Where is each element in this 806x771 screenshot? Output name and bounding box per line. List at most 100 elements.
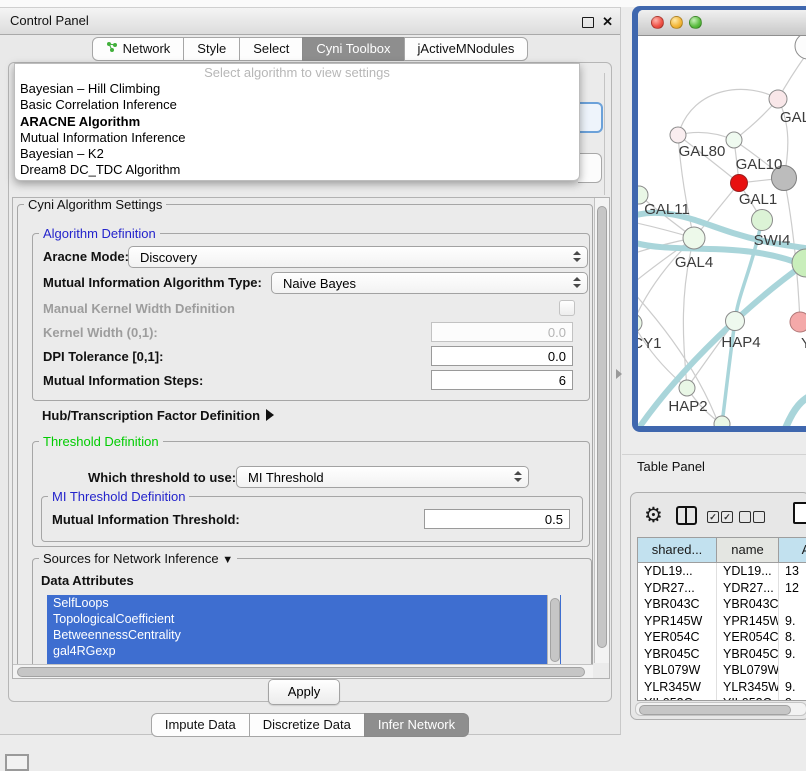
settings-horizontal-scrollbar[interactable] — [13, 664, 593, 678]
kernel-width-field[interactable]: 0.0 — [431, 322, 573, 342]
algorithm-option-dream8-dc-tdc-algorithm[interactable]: Dream8 DC_TDC Algorithm — [15, 162, 579, 178]
algorithm-option-mutual-information-inference[interactable]: Mutual Information Inference — [15, 130, 579, 146]
table-cell: YDR27... — [638, 580, 717, 597]
zoom-traffic-light-icon[interactable] — [689, 16, 702, 29]
which-threshold-combobox[interactable]: MI Threshold — [236, 466, 529, 488]
tab-discretize-data[interactable]: Discretize Data — [249, 713, 365, 737]
combo-spinner-icon[interactable] — [573, 277, 581, 288]
select-all-checkbox-icon[interactable]: ✓ — [707, 511, 719, 523]
node-salmon[interactable] — [790, 312, 806, 332]
select-all-checkbox-icon[interactable]: ✓ — [721, 511, 733, 523]
table-row[interactable]: YIL052CYIL052C9. — [638, 695, 806, 701]
mi-threshold-field[interactable]: 0.5 — [424, 509, 570, 529]
node-gal4[interactable] — [683, 227, 705, 249]
table-row[interactable]: YBR045CYBR045C9. — [638, 646, 806, 663]
tab-select[interactable]: Select — [239, 37, 303, 61]
table-row[interactable]: YBR043CYBR043C — [638, 596, 806, 613]
float-window-icon[interactable] — [582, 17, 594, 28]
table-row[interactable]: YDR27...YDR27...12 — [638, 580, 806, 597]
node-gal1[interactable] — [752, 210, 773, 231]
table-panel-title: Table Panel — [637, 459, 705, 474]
columns-icon[interactable] — [676, 506, 697, 525]
data-attributes-list[interactable]: SelfLoopsTopologicalCoefficientBetweenne… — [47, 595, 561, 670]
table-row[interactable]: YER054CYER054C8. — [638, 629, 806, 646]
minimize-traffic-light-icon[interactable] — [670, 16, 683, 29]
node-label-hap2: HAP2 — [668, 398, 707, 415]
algorithm-dropdown: Select algorithm to view settings Bayesi… — [14, 63, 580, 181]
scrollbar-thumb[interactable] — [550, 598, 560, 662]
network-edge — [784, 178, 800, 322]
table-row[interactable]: YPR145WYPR145W9. — [638, 613, 806, 630]
combo-spinner-icon[interactable] — [514, 471, 522, 482]
network-window-titlebar[interactable] — [638, 10, 806, 36]
sources-toggle[interactable]: Sources for Network Inference ▼ — [39, 551, 237, 566]
tab-impute-data[interactable]: Impute Data — [151, 713, 250, 737]
attribute-item-gal4rgexp[interactable]: gal4RGexp — [47, 643, 561, 659]
algorithm-option-aracne-algorithm[interactable]: ARACNE Algorithm — [15, 114, 579, 130]
mi-steps-label: Mutual Information Steps: — [43, 373, 203, 388]
table-row[interactable]: YBL079WYBL079W — [638, 662, 806, 679]
manual-kernel-width-checkbox[interactable] — [559, 300, 575, 316]
close-icon[interactable]: ✕ — [602, 8, 613, 35]
expand-right-icon — [266, 409, 274, 421]
column-header-a[interactable]: A — [779, 538, 806, 563]
tab-label: jActiveMNodules — [418, 41, 515, 56]
table-row[interactable]: YDL19...YDL19...13 — [638, 563, 806, 580]
hub-definition-label: Hub/Transcription Factor Definition — [42, 408, 260, 423]
dpi-tolerance-field[interactable]: 0.0 — [431, 346, 573, 366]
network-svg: GALGAL80GAL10GAL1GAL11SWI4GAL4GCY1HAP4YH… — [638, 36, 806, 426]
close-traffic-light-icon[interactable] — [651, 16, 664, 29]
table-horizontal-scrollbar[interactable] — [635, 702, 806, 716]
splitter-arrow-icon[interactable] — [616, 369, 622, 379]
node-top-edge[interactable] — [795, 36, 806, 59]
attribute-item-topologicalcoefficient[interactable]: TopologicalCoefficient — [47, 611, 561, 627]
network-edge — [786, 394, 806, 426]
tab-network[interactable]: Network — [92, 37, 185, 61]
collapsed-panel-icon[interactable] — [5, 754, 29, 771]
table-cell: YDR27... — [717, 580, 779, 597]
column-header-name[interactable]: name — [717, 538, 779, 563]
combo-spinner-icon[interactable] — [573, 251, 581, 262]
hub-definition-toggle[interactable]: Hub/Transcription Factor Definition — [42, 408, 274, 423]
deselect-all-checkbox-icon[interactable] — [739, 511, 751, 523]
table-cell: YBL079W — [638, 662, 717, 679]
algorithm-option-bayesian-k2[interactable]: Bayesian – K2 — [15, 146, 579, 162]
scrollbar-thumb[interactable] — [639, 705, 791, 715]
scrollbar-thumb[interactable] — [17, 667, 585, 677]
attribute-item-selfloops[interactable]: SelfLoops — [47, 595, 561, 611]
mi-algorithm-type-combobox[interactable]: Naive Bayes — [271, 272, 588, 294]
scrollbar-thumb[interactable] — [597, 206, 607, 648]
deselect-all-checkbox-icon[interactable] — [753, 511, 765, 523]
sources-group: Sources for Network Inference ▼ Data Att… — [32, 558, 592, 679]
aracne-mode-combobox[interactable]: Discovery — [128, 246, 588, 268]
node-gcy1[interactable] — [638, 314, 642, 332]
node-red[interactable] — [731, 175, 748, 192]
list-scrollbar[interactable] — [547, 595, 560, 670]
node-gal10[interactable] — [726, 132, 742, 148]
column-header-shared[interactable]: shared... — [638, 538, 717, 563]
node-hap2[interactable] — [679, 380, 695, 396]
tab-label: Network — [123, 41, 171, 56]
gear-icon[interactable]: ⚙ — [644, 501, 663, 531]
control-panel-title: Control Panel — [10, 8, 89, 34]
mi-steps-field[interactable]: 6 — [431, 370, 573, 390]
tab-jactivemnodules[interactable]: jActiveMNodules — [404, 37, 529, 61]
attribute-item-betweennesscentrality[interactable]: BetweennessCentrality — [47, 627, 561, 643]
network-canvas[interactable]: GALGAL80GAL10GAL1GAL11SWI4GAL4GCY1HAP4YH… — [638, 36, 806, 426]
settings-vertical-scrollbar[interactable] — [594, 198, 609, 663]
table-cell: YIL052C — [638, 695, 717, 701]
algorithm-option-bayesian-hill-climbing[interactable]: Bayesian – Hill Climbing — [15, 81, 579, 97]
table-row[interactable]: YLR345WYLR345W9. — [638, 679, 806, 696]
document-icon[interactable] — [793, 502, 806, 524]
tab-cyni-toolbox[interactable]: Cyni Toolbox — [302, 37, 404, 61]
apply-button[interactable]: Apply — [268, 679, 340, 705]
node-label-gal10: GAL10 — [736, 156, 783, 173]
node-gal-pink[interactable] — [769, 90, 787, 108]
tab-style[interactable]: Style — [183, 37, 240, 61]
node-hap4[interactable] — [726, 312, 745, 331]
table-cell: YBR043C — [717, 596, 779, 613]
algorithm-option-basic-correlation-inference[interactable]: Basic Correlation Inference — [15, 97, 579, 113]
kernel-width-label: Kernel Width (0,1): — [43, 325, 158, 340]
tab-infer-network[interactable]: Infer Network — [364, 713, 469, 737]
node-gal80[interactable] — [670, 127, 686, 143]
